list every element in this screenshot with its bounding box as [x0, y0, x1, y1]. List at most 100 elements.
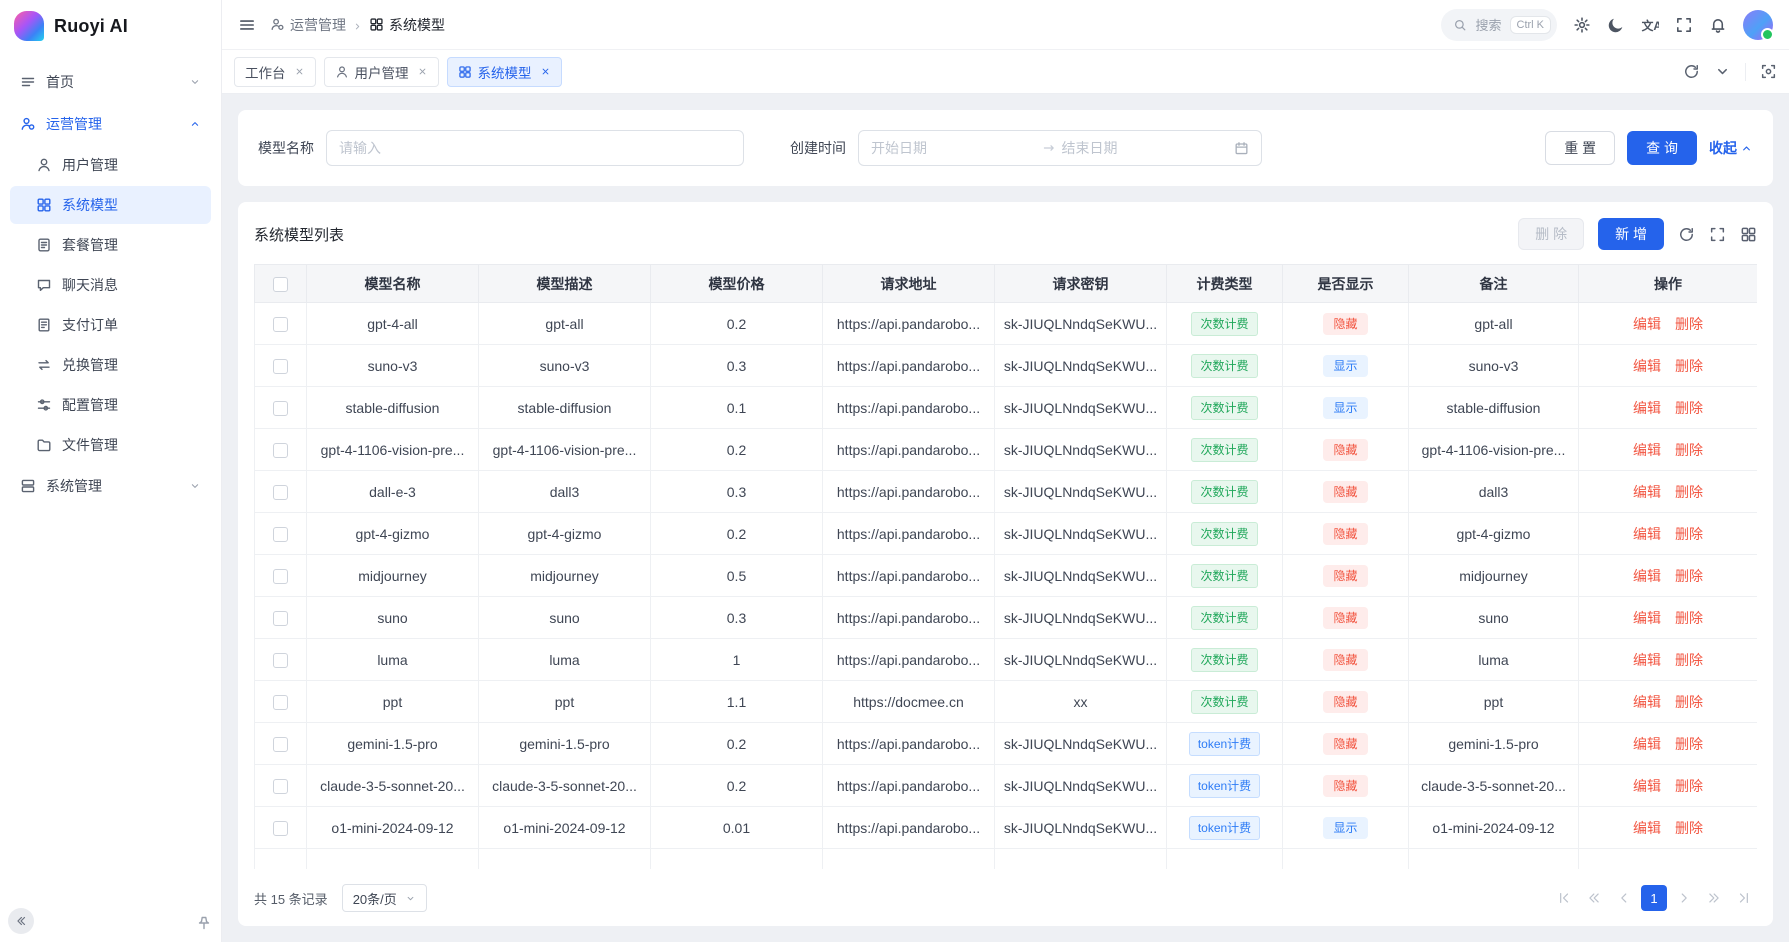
cell-model-name: gpt-4-all: [307, 303, 479, 345]
edit-link[interactable]: 编辑: [1633, 484, 1661, 500]
edit-link[interactable]: 编辑: [1633, 568, 1661, 584]
tab-system-model[interactable]: 系统模型: [447, 57, 562, 87]
models-table: 模型名称模型描述模型价格请求地址请求密钥计费类型是否显示备注操作 gpt-4-a…: [254, 264, 1757, 869]
breadcrumb-item[interactable]: 系统模型: [369, 15, 445, 35]
sidebar-item-config-manage[interactable]: 配置管理: [10, 386, 211, 424]
row-checkbox[interactable]: [273, 611, 288, 626]
sidebar-item-home[interactable]: 首页: [10, 62, 211, 102]
prev-page-button[interactable]: [1611, 885, 1637, 911]
file-icon: [36, 437, 52, 453]
content-fullscreen-icon[interactable]: [1760, 63, 1777, 80]
cell-request-url: https://api.pandarobo...: [823, 765, 995, 807]
first-page-button[interactable]: [1551, 885, 1577, 911]
billing-type-badge: 次数计费: [1191, 522, 1257, 546]
brand[interactable]: Ruoyi AI: [0, 0, 221, 52]
sidebar-collapse-button[interactable]: [8, 908, 34, 934]
next-5-pages-button[interactable]: [1701, 885, 1727, 911]
table-fullscreen-icon[interactable]: [1709, 226, 1726, 243]
delete-link[interactable]: 删除: [1675, 820, 1703, 836]
date-range-picker[interactable]: 开始日期 结束日期: [858, 130, 1262, 166]
row-checkbox[interactable]: [273, 401, 288, 416]
sidebar-item-file-manage[interactable]: 文件管理: [10, 426, 211, 464]
batch-delete-button[interactable]: 删 除: [1518, 218, 1584, 250]
delete-link[interactable]: 删除: [1675, 610, 1703, 626]
edit-link[interactable]: 编辑: [1633, 652, 1661, 668]
table-refresh-icon[interactable]: [1678, 226, 1695, 243]
tab-user-manage[interactable]: 用户管理: [324, 57, 439, 87]
edit-link[interactable]: 编辑: [1633, 778, 1661, 794]
row-checkbox[interactable]: [273, 779, 288, 794]
page-size-select[interactable]: 20条/页: [342, 884, 427, 912]
last-page-button[interactable]: [1731, 885, 1757, 911]
collapse-filter-link[interactable]: 收起: [1709, 138, 1753, 158]
visibility-badge: 隐藏: [1323, 523, 1367, 545]
row-checkbox[interactable]: [273, 653, 288, 668]
notifications-icon[interactable]: [1709, 16, 1727, 34]
edit-link[interactable]: 编辑: [1633, 820, 1661, 836]
edit-link[interactable]: 编辑: [1633, 442, 1661, 458]
gear-icon[interactable]: [1573, 16, 1591, 34]
edit-link[interactable]: 编辑: [1633, 400, 1661, 416]
delete-link[interactable]: 删除: [1675, 778, 1703, 794]
close-icon[interactable]: [417, 66, 428, 77]
cell-actions: 编辑删除: [1579, 597, 1758, 639]
close-icon[interactable]: [540, 66, 551, 77]
delete-link[interactable]: 删除: [1675, 568, 1703, 584]
prev-5-pages-button[interactable]: [1581, 885, 1607, 911]
sidebar-item-chat-message[interactable]: 聊天消息: [10, 266, 211, 304]
language-icon[interactable]: 文A: [1641, 16, 1659, 34]
sidebar-item-user-manage[interactable]: 用户管理: [10, 146, 211, 184]
tab-workbench[interactable]: 工作台: [234, 57, 316, 87]
delete-link[interactable]: 删除: [1675, 652, 1703, 668]
row-checkbox[interactable]: [273, 527, 288, 542]
row-checkbox[interactable]: [273, 317, 288, 332]
column-settings-icon[interactable]: [1740, 226, 1757, 243]
user-avatar[interactable]: [1743, 10, 1773, 40]
edit-link[interactable]: 编辑: [1633, 358, 1661, 374]
row-checkbox[interactable]: [273, 695, 288, 710]
sidebar-item-operations[interactable]: 运营管理: [10, 104, 211, 144]
dark-mode-icon[interactable]: [1607, 16, 1625, 34]
total-records: 共 15 条记录: [254, 889, 328, 908]
delete-link[interactable]: 删除: [1675, 316, 1703, 332]
delete-link[interactable]: 删除: [1675, 736, 1703, 752]
query-button[interactable]: 查 询: [1627, 131, 1697, 165]
sidebar-item-system-manage[interactable]: 系统管理: [10, 466, 211, 506]
next-page-button[interactable]: [1671, 885, 1697, 911]
edit-link[interactable]: 编辑: [1633, 316, 1661, 332]
select-all-checkbox[interactable]: [273, 277, 288, 292]
edit-link[interactable]: 编辑: [1633, 610, 1661, 626]
edit-link[interactable]: 编辑: [1633, 526, 1661, 542]
row-checkbox[interactable]: [273, 737, 288, 752]
row-checkbox[interactable]: [273, 569, 288, 584]
sidebar-item-package-manage[interactable]: 套餐管理: [10, 226, 211, 264]
model-name-input[interactable]: [326, 130, 744, 166]
fullscreen-icon[interactable]: [1675, 16, 1693, 34]
tab-menu-icon[interactable]: [1714, 63, 1731, 80]
tab-refresh-icon[interactable]: [1683, 63, 1700, 80]
delete-link[interactable]: 删除: [1675, 442, 1703, 458]
edit-link[interactable]: 编辑: [1633, 736, 1661, 752]
cell-model-price: 0.2: [651, 303, 823, 345]
row-checkbox[interactable]: [273, 821, 288, 836]
hamburger-icon[interactable]: [238, 16, 256, 34]
breadcrumb-item[interactable]: 运营管理: [270, 15, 346, 35]
close-icon[interactable]: [294, 66, 305, 77]
global-search[interactable]: 搜索 Ctrl K: [1441, 9, 1557, 41]
delete-link[interactable]: 删除: [1675, 400, 1703, 416]
pin-icon[interactable]: [192, 911, 216, 935]
sidebar-item-system-model[interactable]: 系统模型: [10, 186, 211, 224]
delete-link[interactable]: 删除: [1675, 526, 1703, 542]
sidebar-item-exchange-manage[interactable]: 兑换管理: [10, 346, 211, 384]
edit-link[interactable]: 编辑: [1633, 694, 1661, 710]
page-1-button[interactable]: 1: [1641, 885, 1667, 911]
delete-link[interactable]: 删除: [1675, 484, 1703, 500]
delete-link[interactable]: 删除: [1675, 358, 1703, 374]
row-checkbox[interactable]: [273, 443, 288, 458]
delete-link[interactable]: 删除: [1675, 694, 1703, 710]
reset-button[interactable]: 重 置: [1545, 131, 1615, 165]
add-button[interactable]: 新 增: [1598, 218, 1664, 250]
row-checkbox[interactable]: [273, 485, 288, 500]
row-checkbox[interactable]: [273, 359, 288, 374]
sidebar-item-pay-order[interactable]: 支付订单: [10, 306, 211, 344]
